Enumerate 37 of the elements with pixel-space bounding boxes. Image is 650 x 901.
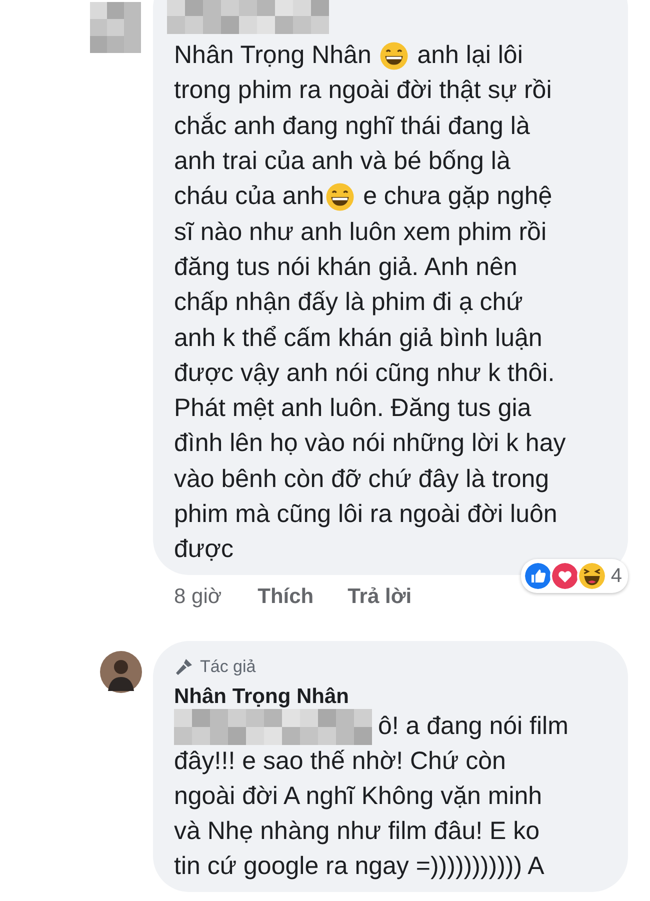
author-label: Tác giả [200,657,256,678]
comment-text: phim mà cũng lôi ra ngoài đời luôn [174,500,558,529]
comment-text: ngoài đời A nghĩ Không vặn minh [174,782,542,812]
comment-text: và Nhẹ nhàng như film đâu! E ko [174,817,540,846]
comment-text: đây!!! e sao thế nhờ! Chứ còn [174,747,506,776]
comment-text: sĩ nào như anh luôn xem phim rồi [174,218,546,247]
comment-text: được vậy anh nói cũng như k thôi. [174,358,555,388]
comment-text: Nhân Trọng Nhân [174,41,372,70]
comment-text: cháu của anh [174,182,324,212]
comment-text: đình lên họ vào nói những lời k hay [174,429,566,458]
grinning-face-icon [379,40,410,71]
comment-text: được [174,535,234,564]
timestamp[interactable]: 8 giờ [174,585,222,610]
heart-reaction-icon [550,561,580,592]
comment-text: anh lại lôi [416,41,523,70]
avatar [90,2,141,53]
reactions-pill[interactable]: 4 [520,559,628,594]
comment-text: anh k thể cấm khán giả bình luận [174,324,542,353]
reaction-count: 4 [610,564,622,588]
avatar[interactable] [100,651,142,694]
comment-text: chắc anh đang nghĩ thái đang là [174,112,530,141]
comment-text: anh trai của anh và bé bống là [174,147,510,176]
microphone-icon [174,657,194,678]
comment-text: chấp nhận đấy là phim đi ạ chứ [174,288,523,318]
comment-text: vào bênh còn đỡ chứ đây là trong [174,464,550,494]
like-link[interactable]: Thích [258,585,314,610]
comment-text: trong phim ra ngoài đời thật sự rồi [174,76,552,106]
comment-text: ô! a đang nói film [378,712,568,742]
laughing-reaction-icon [576,561,607,592]
comment-text: e chưa gặp nghệ [362,182,552,212]
comment-text: đăng tus nói khán giả. Anh nên [174,252,518,282]
reply-link[interactable]: Trả lời [348,585,412,610]
comment-text: Phát mệt anh luôn. Đăng tus gia [174,394,532,424]
like-reaction-icon [522,561,553,592]
comment-text: tin cứ google ra ngay =))))))))))) A [174,852,544,882]
author-name[interactable]: Nhân Trọng Nhân [174,685,610,710]
grinning-face-icon [325,182,356,212]
